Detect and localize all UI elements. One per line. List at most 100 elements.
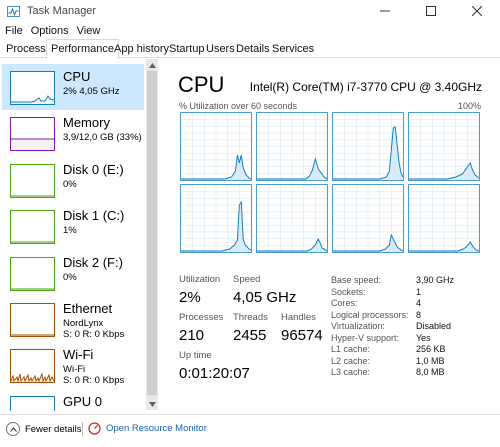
fewer-details-label: Fewer details xyxy=(25,423,82,435)
detail-label-hyper-v-support: Hyper-V support: xyxy=(331,332,400,343)
close-button[interactable] xyxy=(454,0,500,22)
sidebar-item-detail: 1% xyxy=(63,225,77,237)
detail-value-sockets: 1 xyxy=(416,286,422,297)
sidebar-thumbnail-graph xyxy=(10,256,55,291)
detail-value-l3-cache: 8,0 MB xyxy=(416,367,445,377)
handles-label: Handles xyxy=(281,312,316,323)
menu-file[interactable]: File xyxy=(0,25,27,37)
sidebar-item-detail: 0% xyxy=(63,178,77,190)
maximize-icon xyxy=(426,6,436,16)
sidebar-scrollbar[interactable] xyxy=(146,59,158,410)
sidebar-item-name: Ethernet xyxy=(63,301,113,316)
sidebar-item-cpu[interactable]: CPU 2% 4,05 GHz xyxy=(2,64,144,110)
sidebar-item-memory[interactable]: Memory 3,9/12,0 GB (33%) xyxy=(2,110,144,156)
open-resource-monitor-link[interactable]: Open Resource Monitor xyxy=(88,422,207,435)
sidebar-item-ethernet[interactable]: Ethernet NordLynx S: 0 R: 0 Kbps xyxy=(2,296,144,342)
sidebar-thumbnail-graph xyxy=(10,71,55,105)
footer: Fewer details Open Resource Monitor xyxy=(0,414,500,447)
scroll-thumb[interactable] xyxy=(147,71,157,395)
cpu-core-graph xyxy=(332,184,404,253)
detail-value-cores: 4 xyxy=(416,298,422,308)
detail-label-base-speed: Base speed: xyxy=(331,275,382,285)
graph-label: % Utilization over 60 seconds xyxy=(179,101,298,111)
resource-monitor-label: Open Resource Monitor xyxy=(106,423,207,434)
menu-bar: File Options View xyxy=(0,22,500,40)
sidebar-item-throughput: S: 0 R: 0 Kbps xyxy=(63,375,125,387)
sidebar-item-name: CPU xyxy=(63,69,91,84)
sidebar-item-disk-1-c[interactable]: Disk 1 (C:) 1% xyxy=(2,203,144,249)
sidebar-item-name: Memory xyxy=(63,115,110,131)
cpu-core-graph xyxy=(180,184,252,253)
detail-label-cores: Cores: xyxy=(331,298,358,308)
title-bar[interactable]: Task Manager xyxy=(0,0,500,22)
resource-monitor-icon xyxy=(88,422,101,435)
sidebar-item-name: Disk 2 (F:) xyxy=(63,254,123,270)
cpu-core-graph xyxy=(256,184,328,253)
processes-label: Processes xyxy=(179,312,224,323)
menu-view[interactable]: View xyxy=(73,25,105,37)
detail-value-base-speed: 3,90 GHz xyxy=(416,275,455,285)
footer-divider xyxy=(82,422,83,436)
detail-label-logical-processors: Logical processors: xyxy=(331,309,409,320)
scroll-up-icon[interactable] xyxy=(146,59,158,71)
detail-value-hyper-v-support: Yes xyxy=(416,332,431,343)
sidebar-item-throughput: S: 0 R: 0 Kbps xyxy=(63,329,125,340)
uptime-value: 0:01:20:07 xyxy=(179,365,250,382)
speed-value: 4,05 GHz xyxy=(233,289,297,306)
cpu-core-graph xyxy=(408,184,480,253)
speed-label: Speed xyxy=(233,274,261,285)
processor-name: Intel(R) Core(TM) i7-3770 CPU @ 3.40GHz xyxy=(249,80,482,94)
resource-sidebar: CPU 2% 4,05 GHz Memory 3,9/12,0 GB (33%) Dis… xyxy=(0,59,160,411)
sidebar-thumbnail-graph xyxy=(10,395,55,411)
cpu-core-graph xyxy=(332,112,404,181)
scroll-down-icon[interactable] xyxy=(146,398,158,410)
maximize-button[interactable] xyxy=(408,0,454,22)
sidebar-item-disk-2-f[interactable]: Disk 2 (F:) 0% xyxy=(2,250,144,296)
tab-services[interactable]: Services xyxy=(267,41,319,58)
sidebar-item-wi-fi[interactable]: Wi-Fi Wi-Fi S: 0 R: 0 Kbps xyxy=(2,342,144,388)
sidebar-thumbnail-graph xyxy=(10,349,55,384)
sidebar-item-gpu-0[interactable]: GPU 0 xyxy=(2,389,144,411)
task-manager-icon xyxy=(6,4,20,18)
menu-options[interactable]: Options xyxy=(27,25,73,37)
cpu-core-graphs xyxy=(180,112,482,258)
sidebar-item-detail: 2% 4,05 GHz xyxy=(63,86,120,97)
sidebar-item-detail: 3,9/12,0 GB (33%) xyxy=(63,132,142,144)
detail-label-sockets: Sockets: xyxy=(331,286,366,297)
close-icon xyxy=(472,6,482,16)
cpu-core-graph xyxy=(256,112,328,181)
uptime-label: Up time xyxy=(179,350,212,361)
processes-value: 210 xyxy=(179,327,205,344)
graph-max-label: 100% xyxy=(457,101,481,111)
detail-label-l2-cache: L2 cache: xyxy=(331,355,371,366)
cpu-core-graph xyxy=(180,112,252,181)
chevron-up-icon xyxy=(6,422,20,436)
sidebar-thumbnail-graph xyxy=(10,303,55,337)
sidebar-item-detail: NordLynx xyxy=(63,318,104,329)
threads-value: 2455 xyxy=(233,327,267,344)
minimize-icon xyxy=(380,10,390,12)
cpu-core-graph xyxy=(408,112,480,181)
detail-value-l2-cache: 1,0 MB xyxy=(416,355,445,366)
tab-bar: Processes Performance App history Startu… xyxy=(0,39,500,59)
sidebar-item-name: Wi-Fi xyxy=(63,347,94,363)
detail-label-l1-cache: L1 cache: xyxy=(331,344,371,354)
sidebar-item-name: GPU 0 xyxy=(63,393,103,409)
detail-label-l3-cache: L3 cache: xyxy=(331,367,371,377)
sidebar-item-name: Disk 0 (E:) xyxy=(63,161,124,177)
fewer-details-button[interactable]: Fewer details xyxy=(6,422,82,436)
detail-label-virtualization: Virtualization: xyxy=(331,321,385,331)
sidebar-thumbnail-graph xyxy=(10,117,55,152)
detail-value-l1-cache: 256 KB xyxy=(416,344,446,354)
sidebar-item-detail: 0% xyxy=(63,271,77,283)
handles-value: 96574 xyxy=(281,327,323,344)
sidebar-thumbnail-graph xyxy=(10,163,55,198)
sidebar-thumbnail-graph xyxy=(10,210,55,245)
window-title: Task Manager xyxy=(27,5,97,17)
utilization-label: Utilization xyxy=(179,274,221,285)
sidebar-item-name: Disk 1 (C:) xyxy=(63,208,125,224)
minimize-button[interactable] xyxy=(362,0,408,22)
detail-value-virtualization: Disabled xyxy=(416,321,452,331)
sidebar-item-disk-0-e[interactable]: Disk 0 (E:) 0% xyxy=(2,157,144,203)
detail-value-logical-processors: 8 xyxy=(416,309,422,320)
